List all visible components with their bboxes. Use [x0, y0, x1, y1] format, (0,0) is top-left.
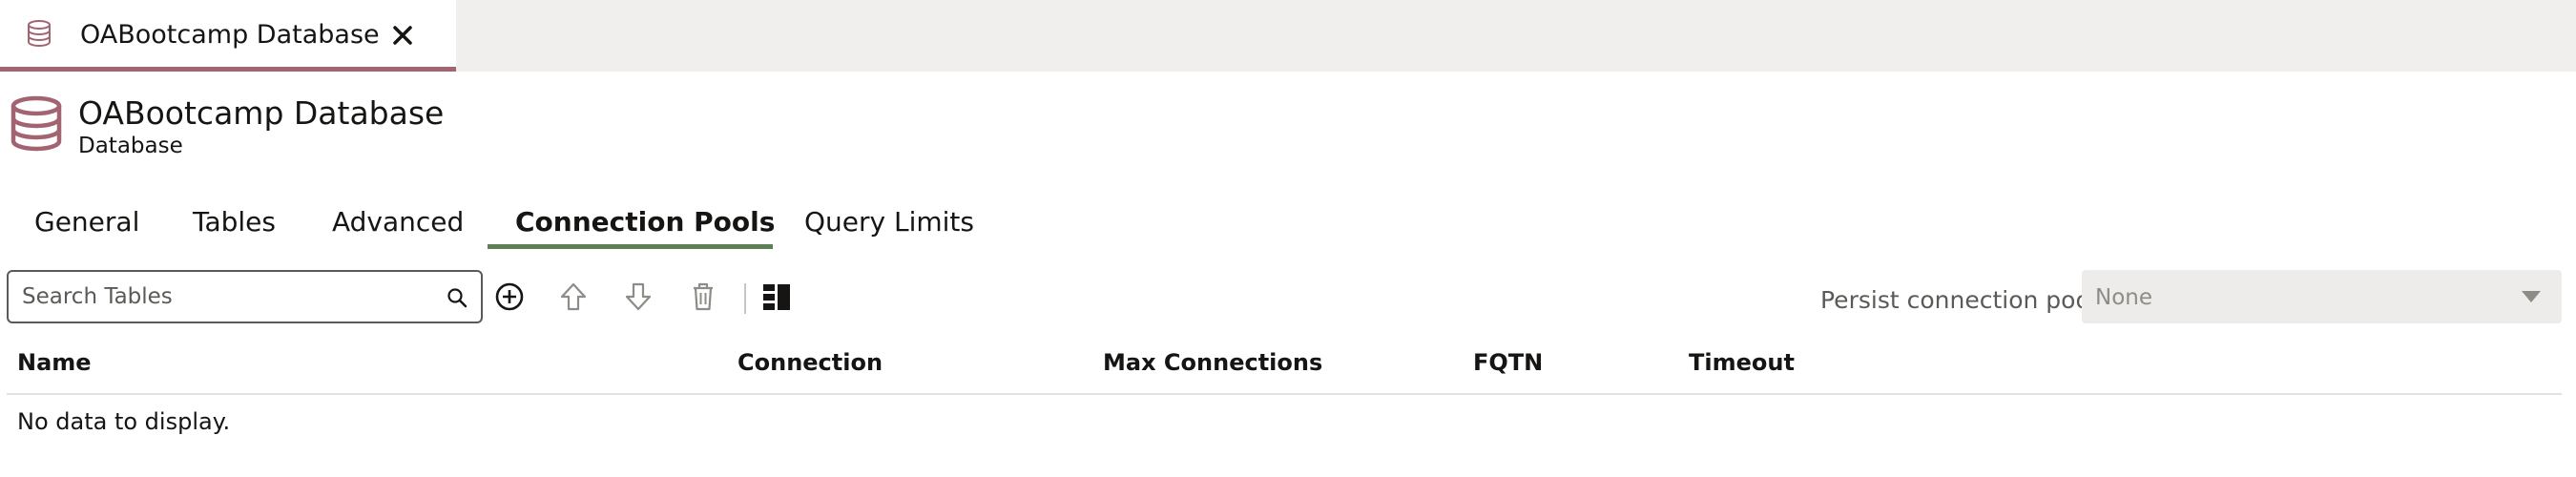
- column-header-fqtn[interactable]: FQTN: [1473, 349, 1543, 376]
- toolbar-divider: [744, 283, 746, 314]
- columns-layout-icon[interactable]: [760, 280, 793, 314]
- delete-icon[interactable]: [687, 280, 719, 314]
- search-input[interactable]: [22, 281, 432, 312]
- search-field[interactable]: [7, 270, 483, 323]
- empty-table-message: No data to display.: [17, 408, 231, 435]
- active-tab-indicator: [488, 244, 773, 249]
- tab-advanced[interactable]: Advanced: [332, 206, 464, 238]
- tab-connection-pools[interactable]: Connection Pools: [515, 206, 775, 238]
- add-icon[interactable]: [493, 280, 526, 314]
- column-header-connection[interactable]: Connection: [737, 349, 883, 376]
- tab-general[interactable]: General: [34, 206, 139, 238]
- column-header-max-connections[interactable]: Max Connections: [1103, 349, 1322, 376]
- tab-tables[interactable]: Tables: [193, 206, 276, 238]
- move-down-icon[interactable]: [622, 280, 654, 314]
- close-icon[interactable]: [388, 21, 417, 50]
- database-icon: [28, 20, 51, 47]
- column-header-timeout[interactable]: Timeout: [1689, 349, 1795, 376]
- move-up-icon[interactable]: [557, 280, 590, 314]
- page-subtitle: Database: [78, 134, 183, 158]
- document-tab-title: OABootcamp Database: [80, 20, 380, 50]
- persist-connection-pool-select[interactable]: None: [2082, 270, 2562, 323]
- persist-connection-pool-label: Persist connection pool: [1820, 286, 2097, 314]
- database-icon: [10, 95, 62, 152]
- document-tab-strip: OABootcamp Database: [0, 0, 2576, 72]
- column-header-name[interactable]: Name: [17, 349, 92, 376]
- tab-query-limits[interactable]: Query Limits: [804, 206, 974, 238]
- page-title: OABootcamp Database: [78, 94, 445, 132]
- chevron-down-icon: [2522, 291, 2541, 302]
- search-icon[interactable]: [447, 287, 467, 308]
- table-header-divider: [7, 393, 2562, 395]
- document-tab[interactable]: OABootcamp Database: [0, 0, 456, 72]
- persist-connection-pool-value: None: [2095, 285, 2153, 310]
